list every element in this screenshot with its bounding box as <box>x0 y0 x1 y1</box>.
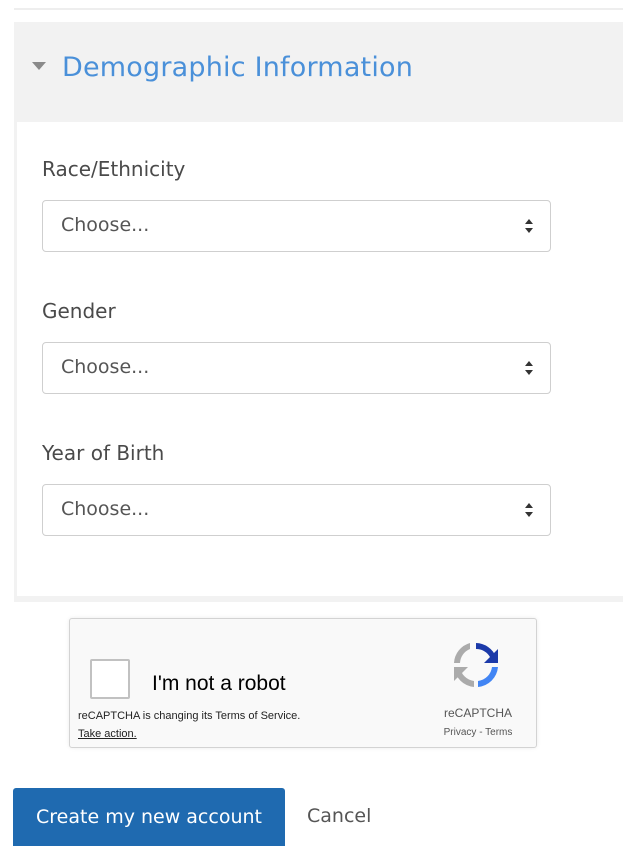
section-toggle[interactable]: Demographic Information <box>14 22 623 122</box>
recaptcha-notice: reCAPTCHA is changing its Terms of Servi… <box>78 710 301 722</box>
gender-label: Gender <box>42 299 116 323</box>
recaptcha-widget: I'm not a robot reCAPTCHA is changing it… <box>69 618 537 748</box>
recaptcha-logo-icon <box>454 643 498 687</box>
section-body: Race/Ethnicity Choose... Gender Choose..… <box>17 122 623 596</box>
gender-select[interactable]: Choose... <box>42 342 551 394</box>
race-ethnicity-select[interactable]: Choose... <box>42 200 551 252</box>
top-divider <box>14 8 623 10</box>
recaptcha-privacy-link[interactable]: Privacy <box>444 727 477 738</box>
caret-down-icon <box>32 62 46 70</box>
recaptcha-brand: reCAPTCHA <box>443 706 512 720</box>
sort-arrows-icon <box>525 361 533 375</box>
recaptcha-links-separator: - <box>476 727 486 738</box>
recaptcha-label: I'm not a robot <box>152 672 286 695</box>
year-of-birth-select[interactable]: Choose... <box>42 484 551 536</box>
year-of-birth-label: Year of Birth <box>42 441 165 465</box>
race-ethnicity-label: Race/Ethnicity <box>42 157 186 181</box>
recaptcha-take-action-link[interactable]: Take action. <box>78 728 137 740</box>
race-ethnicity-value: Choose... <box>61 214 150 236</box>
year-of-birth-value: Choose... <box>61 498 150 520</box>
cancel-link[interactable]: Cancel <box>307 805 371 827</box>
recaptcha-links: Privacy - Terms <box>427 727 529 738</box>
recaptcha-terms-link[interactable]: Terms <box>485 727 512 738</box>
demographic-section: Demographic Information Race/Ethnicity C… <box>14 22 623 602</box>
section-title: Demographic Information <box>62 52 414 83</box>
sort-arrows-icon <box>525 503 533 517</box>
gender-value: Choose... <box>61 356 150 378</box>
sort-arrows-icon <box>525 219 533 233</box>
recaptcha-checkbox[interactable] <box>90 659 130 699</box>
create-account-button[interactable]: Create my new account <box>13 788 285 846</box>
